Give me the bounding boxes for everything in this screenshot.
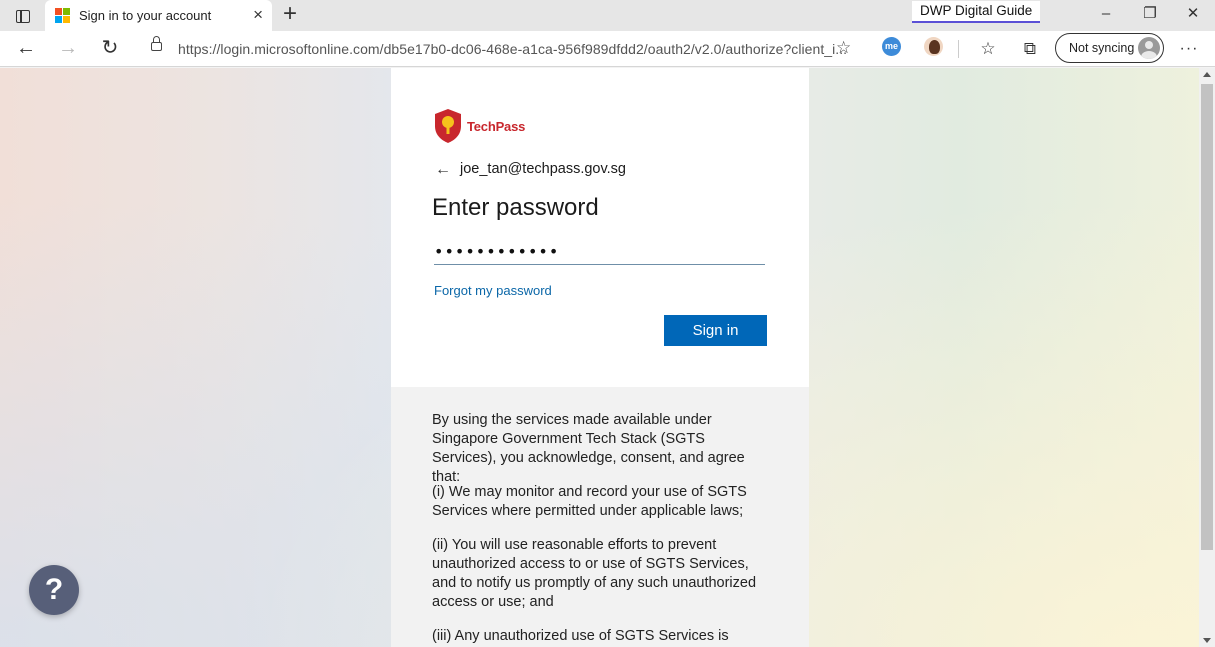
techpass-logo: TechPass bbox=[433, 108, 553, 144]
refresh-button[interactable]: ↻ bbox=[96, 36, 124, 62]
techpass-shield-icon bbox=[435, 109, 461, 143]
more-options-icon[interactable]: ··· bbox=[1176, 36, 1202, 62]
page-viewport: TechPass ← joe_tan@techpass.gov.sg Enter… bbox=[0, 68, 1199, 647]
tab-title: Sign in to your account bbox=[79, 8, 212, 23]
browser-tab[interactable]: Sign in to your account × bbox=[45, 0, 272, 31]
scroll-up-icon[interactable] bbox=[1203, 72, 1211, 77]
forgot-password-link[interactable]: Forgot my password bbox=[434, 283, 552, 298]
toolbar-divider bbox=[958, 40, 959, 58]
scrollbar-thumb[interactable] bbox=[1201, 84, 1213, 550]
microsoft-logo-icon bbox=[55, 8, 70, 23]
tab-actions-button[interactable] bbox=[6, 4, 40, 28]
minimize-button[interactable]: – bbox=[1091, 4, 1121, 26]
tab-strip: Sign in to your account × + DWP Digital … bbox=[0, 0, 1215, 31]
sign-in-card: TechPass ← joe_tan@techpass.gov.sg Enter… bbox=[391, 68, 809, 387]
extension-me-icon[interactable]: me bbox=[882, 37, 901, 56]
profile-status-label: Not syncing bbox=[1069, 41, 1135, 55]
terms-item-2: (ii) You will use reasonable efforts to … bbox=[432, 537, 757, 610]
back-button[interactable]: ← bbox=[12, 36, 40, 62]
close-window-button[interactable]: ✕ bbox=[1178, 4, 1208, 26]
profile-avatar-icon bbox=[1138, 37, 1160, 59]
new-tab-button[interactable]: + bbox=[278, 2, 302, 27]
add-favorite-icon[interactable]: ☆ bbox=[836, 38, 851, 58]
dwp-digital-guide-badge[interactable]: DWP Digital Guide bbox=[912, 1, 1041, 23]
address-bar[interactable]: https://login.microsoftonline.com/db5e17… bbox=[138, 34, 866, 64]
forward-button[interactable]: → bbox=[54, 36, 82, 62]
techpass-brand-text: TechPass bbox=[467, 119, 526, 134]
tab-close-icon[interactable]: × bbox=[253, 6, 263, 24]
tab-actions-icon bbox=[16, 9, 30, 23]
url-text[interactable]: https://login.microsoftonline.com/db5e17… bbox=[178, 41, 847, 57]
help-button[interactable]: ? bbox=[29, 565, 79, 615]
profile-button[interactable]: Not syncing bbox=[1055, 33, 1164, 63]
page-scrollbar[interactable] bbox=[1199, 68, 1215, 647]
account-email: joe_tan@techpass.gov.sg bbox=[460, 161, 626, 177]
extension-avatar-icon[interactable] bbox=[924, 37, 943, 56]
lock-icon[interactable] bbox=[151, 36, 162, 51]
scroll-down-icon[interactable] bbox=[1203, 638, 1211, 643]
terms-intro: By using the services made available und… bbox=[432, 412, 745, 485]
terms-item-3: (iii) Any unauthorized use of SGTS Servi… bbox=[432, 628, 729, 644]
back-arrow-icon[interactable]: ← bbox=[435, 161, 451, 179]
favorites-icon[interactable]: ☆ bbox=[975, 36, 1001, 62]
browser-toolbar: ← → ↻ https://login.microsoftonline.com/… bbox=[0, 31, 1215, 67]
password-field[interactable] bbox=[434, 239, 765, 265]
collections-icon[interactable]: ⧉ bbox=[1017, 36, 1043, 62]
sign-in-button[interactable]: Sign in bbox=[664, 315, 767, 346]
restore-button[interactable]: ❐ bbox=[1135, 4, 1165, 26]
page-title: Enter password bbox=[432, 194, 599, 221]
terms-item-1: (i) We may monitor and record your use o… bbox=[432, 484, 747, 519]
terms-panel: By using the services made available und… bbox=[391, 387, 809, 647]
